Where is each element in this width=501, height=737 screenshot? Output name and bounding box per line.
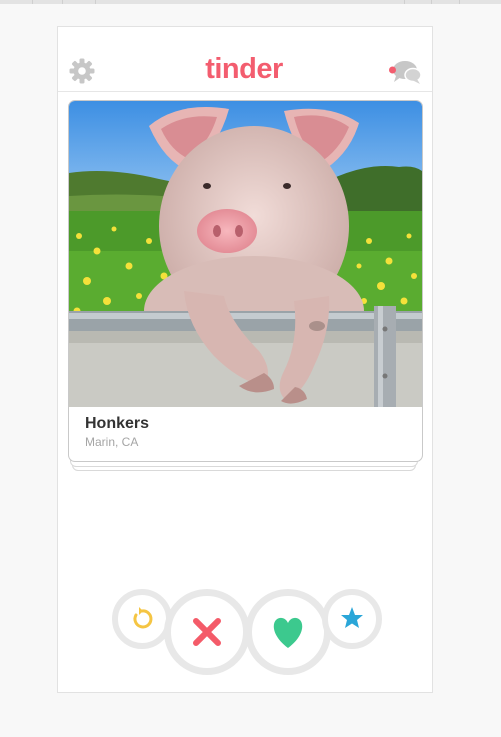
profile-location: Marin, CA: [85, 435, 139, 449]
tinder-logo: tinder: [205, 53, 283, 85]
nope-button[interactable]: [164, 589, 250, 675]
like-button[interactable]: [245, 589, 331, 675]
undo-icon: [133, 607, 153, 629]
profile-photo: [69, 101, 422, 407]
gear-icon[interactable]: [68, 57, 96, 85]
star-icon: [341, 607, 363, 628]
profile-name: Honkers: [85, 415, 150, 432]
window-top-strip: [0, 0, 501, 4]
strip-tick: [431, 0, 432, 4]
strip-tick: [62, 0, 63, 4]
app-header: tinder: [58, 27, 432, 92]
strip-tick: [32, 0, 33, 4]
undo-button[interactable]: [112, 589, 172, 649]
x-icon: [193, 618, 221, 646]
heart-icon: [273, 617, 303, 648]
strip-tick: [459, 0, 460, 4]
profile-card[interactable]: Honkers Marin, CA: [68, 100, 423, 462]
super-like-button[interactable]: [322, 589, 382, 649]
strip-tick: [95, 0, 96, 4]
chat-bubbles-icon[interactable]: [388, 57, 424, 85]
app-screen: tinder Honkers Marin, CA: [57, 26, 433, 693]
strip-tick: [404, 0, 405, 4]
